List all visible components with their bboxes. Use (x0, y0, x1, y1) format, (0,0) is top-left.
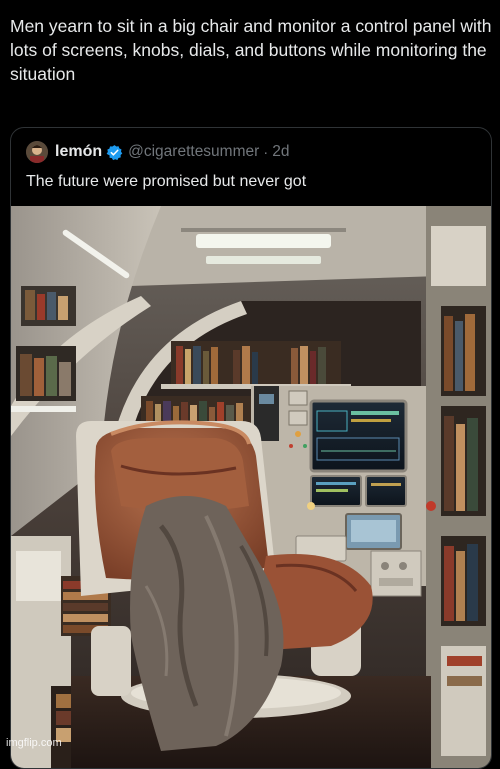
sci-fi-cockpit-photo[interactable] (11, 206, 491, 768)
quoted-post-header: lemón @cigarettesummer · 2d (26, 141, 290, 163)
post-caption: Men yearn to sit in a big chair and moni… (10, 16, 492, 84)
watermark: imgflip.com (6, 737, 62, 749)
author-handle[interactable]: @cigarettesummer (128, 143, 259, 161)
separator-dot: · (263, 143, 269, 161)
avatar[interactable] (26, 141, 48, 163)
quoted-post-card[interactable]: lemón @cigarettesummer · 2d The future w… (10, 127, 492, 769)
verified-badge-icon (106, 144, 123, 160)
post-timestamp[interactable]: 2d (272, 143, 289, 161)
avatar-image (26, 141, 48, 163)
quoted-post-text: The future were promised but never got (26, 173, 307, 190)
author-name[interactable]: lemón (55, 143, 102, 161)
